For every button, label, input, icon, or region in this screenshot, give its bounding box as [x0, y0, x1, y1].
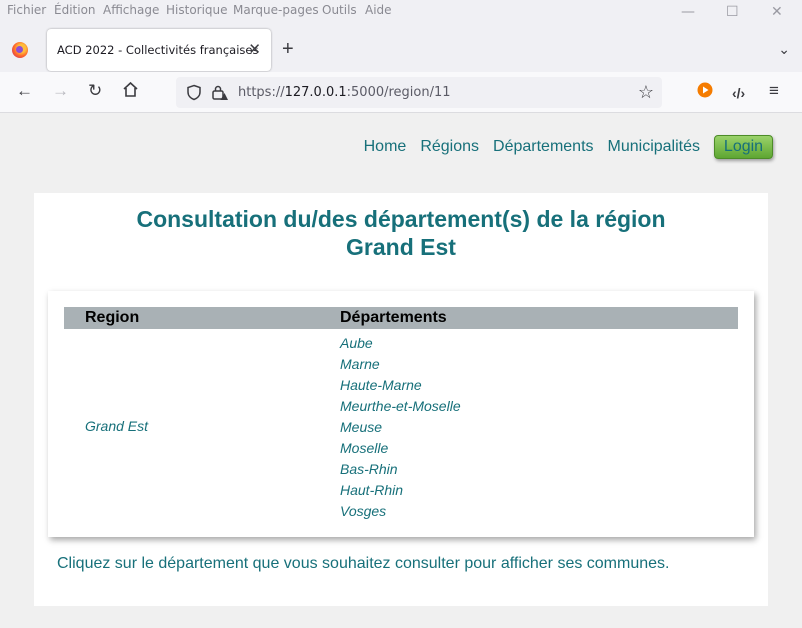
departements-table: Region Départements Grand Est Aube Marne…	[48, 291, 754, 537]
insecure-lock-icon[interactable]	[211, 84, 228, 106]
url-host: 127.0.0.1	[284, 85, 347, 100]
maximize-icon[interactable]: ☐	[726, 4, 739, 20]
navigation-bar: ← → ↻ https://127.0.0.1:5000/region/11 ☆…	[0, 72, 802, 113]
menu-historique[interactable]: Historique	[166, 3, 228, 17]
page-title: Consultation du/des département(s) de la…	[34, 205, 768, 261]
minimize-icon[interactable]: —	[681, 4, 695, 20]
reload-icon[interactable]: ↻	[88, 81, 102, 101]
title-line-1: Consultation du/des département(s) de la…	[136, 206, 666, 232]
departement-link[interactable]: Aube	[340, 335, 461, 356]
home-icon[interactable]	[122, 81, 139, 103]
departement-link[interactable]: Haut-Rhin	[340, 482, 461, 503]
tab-strip: ACD 2022 - Collectivités françaises ✕ + …	[0, 22, 802, 72]
menu-outils[interactable]: Outils	[322, 3, 357, 17]
title-line-2: Grand Est	[346, 234, 456, 260]
nav-home[interactable]: Home	[364, 138, 407, 156]
header-departements: Départements	[340, 309, 447, 326]
close-window-icon[interactable]: ✕	[771, 4, 783, 20]
url-bar[interactable]: https://127.0.0.1:5000/region/11 ☆	[176, 77, 662, 108]
departement-link[interactable]: Haute-Marne	[340, 377, 461, 398]
region-cell[interactable]: Grand Est	[85, 418, 148, 434]
new-tab-icon[interactable]: +	[282, 39, 294, 59]
menu-fichier[interactable]: Fichier	[7, 3, 46, 17]
menu-marque-pages[interactable]: Marque-pages	[233, 3, 319, 17]
menu-affichage[interactable]: Affichage	[103, 3, 159, 17]
login-button[interactable]: Login	[714, 135, 773, 159]
forward-icon[interactable]: →	[52, 81, 69, 101]
nav-municipalites[interactable]: Municipalités	[608, 138, 700, 156]
developer-tools-icon[interactable]: ‹/›	[732, 83, 745, 103]
app-menu-icon[interactable]: ≡	[769, 81, 779, 101]
departement-list: Aube Marne Haute-Marne Meurthe-et-Mosell…	[340, 335, 461, 524]
back-icon[interactable]: ←	[16, 81, 33, 101]
extension-play-icon[interactable]	[697, 82, 713, 103]
menu-bar: Fichier Édition Affichage Historique Mar…	[0, 0, 802, 22]
list-tabs-icon[interactable]: ⌄	[778, 41, 790, 58]
menu-aide[interactable]: Aide	[365, 3, 392, 17]
departement-link[interactable]: Meuse	[340, 419, 461, 440]
departement-link[interactable]: Bas-Rhin	[340, 461, 461, 482]
url-path: :5000/region/11	[346, 85, 451, 100]
menu-edition[interactable]: Édition	[54, 3, 96, 17]
url-text[interactable]: https://127.0.0.1:5000/region/11	[238, 85, 451, 100]
tab-title: ACD 2022 - Collectivités françaises	[57, 43, 259, 57]
departement-link[interactable]: Marne	[340, 356, 461, 377]
firefox-icon[interactable]	[12, 42, 28, 58]
browser-tab[interactable]: ACD 2022 - Collectivités françaises ✕	[47, 29, 271, 71]
header-region: Region	[85, 309, 140, 326]
departement-link[interactable]: Vosges	[340, 503, 461, 524]
instruction-text: Cliquez sur le département que vous souh…	[57, 555, 670, 572]
bookmark-star-icon[interactable]: ☆	[638, 82, 654, 103]
nav-regions[interactable]: Régions	[420, 138, 479, 156]
departement-link[interactable]: Meurthe-et-Moselle	[340, 398, 461, 419]
page-viewport: Home Régions Départements Municipalités …	[0, 113, 802, 628]
content-card: Consultation du/des département(s) de la…	[34, 193, 768, 606]
site-nav: Home Régions Départements Municipalités …	[364, 134, 773, 160]
nav-departements[interactable]: Départements	[493, 138, 594, 156]
shield-icon[interactable]	[186, 84, 202, 106]
tab-close-icon[interactable]: ✕	[248, 40, 261, 58]
departement-link[interactable]: Moselle	[340, 440, 461, 461]
url-scheme: https://	[238, 85, 285, 100]
table-header: Region Départements	[64, 307, 738, 329]
